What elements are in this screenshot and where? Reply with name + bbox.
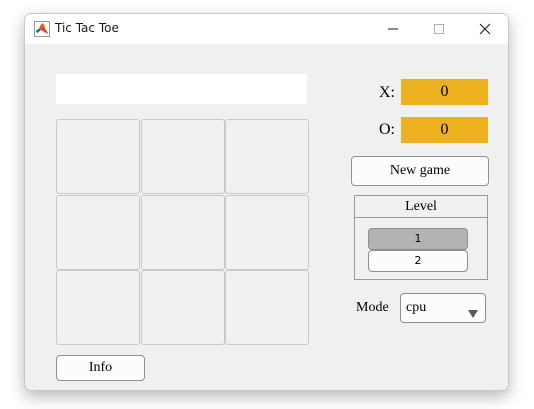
- game-board: [56, 119, 311, 347]
- maximize-icon: [434, 24, 444, 34]
- board-cell-2[interactable]: [141, 119, 225, 194]
- board-cell-7[interactable]: [56, 270, 140, 345]
- level-option-1[interactable]: 1: [368, 228, 468, 250]
- window-title: Tic Tac Toe: [55, 21, 119, 35]
- matlab-icon: [34, 21, 50, 37]
- x-score-label: X:: [379, 84, 395, 101]
- board-cell-3[interactable]: [225, 119, 309, 194]
- minimize-button[interactable]: [370, 14, 416, 44]
- minimize-icon: [388, 28, 398, 30]
- board-cell-8[interactable]: [141, 270, 225, 345]
- level-option-2[interactable]: 2: [368, 250, 468, 272]
- level-panel: Level 1 2: [354, 195, 488, 280]
- maximize-button[interactable]: [416, 14, 462, 44]
- status-field: [56, 74, 307, 104]
- level-title: Level: [355, 196, 487, 218]
- board-cell-1[interactable]: [56, 119, 140, 194]
- close-icon: [479, 23, 491, 35]
- new-game-button[interactable]: New game: [351, 156, 489, 186]
- board-cell-4[interactable]: [56, 195, 140, 270]
- x-score-value: 0: [401, 79, 488, 105]
- mode-label: Mode: [356, 300, 389, 315]
- board-cell-9[interactable]: [225, 270, 309, 345]
- mode-dropdown[interactable]: cpu: [400, 293, 486, 323]
- close-button[interactable]: [462, 14, 508, 44]
- app-window: Tic Tac Toe X: 0 O: 0 New game Level 1 2…: [24, 13, 509, 391]
- board-cell-6[interactable]: [225, 195, 309, 270]
- o-score-label: O:: [379, 121, 395, 138]
- title-bar[interactable]: Tic Tac Toe: [25, 14, 508, 44]
- dropdown-arrow-icon: [467, 304, 479, 323]
- o-score-value: 0: [401, 117, 488, 143]
- mode-value: cpu: [406, 300, 427, 315]
- info-button[interactable]: Info: [56, 355, 145, 381]
- board-cell-5[interactable]: [141, 195, 225, 270]
